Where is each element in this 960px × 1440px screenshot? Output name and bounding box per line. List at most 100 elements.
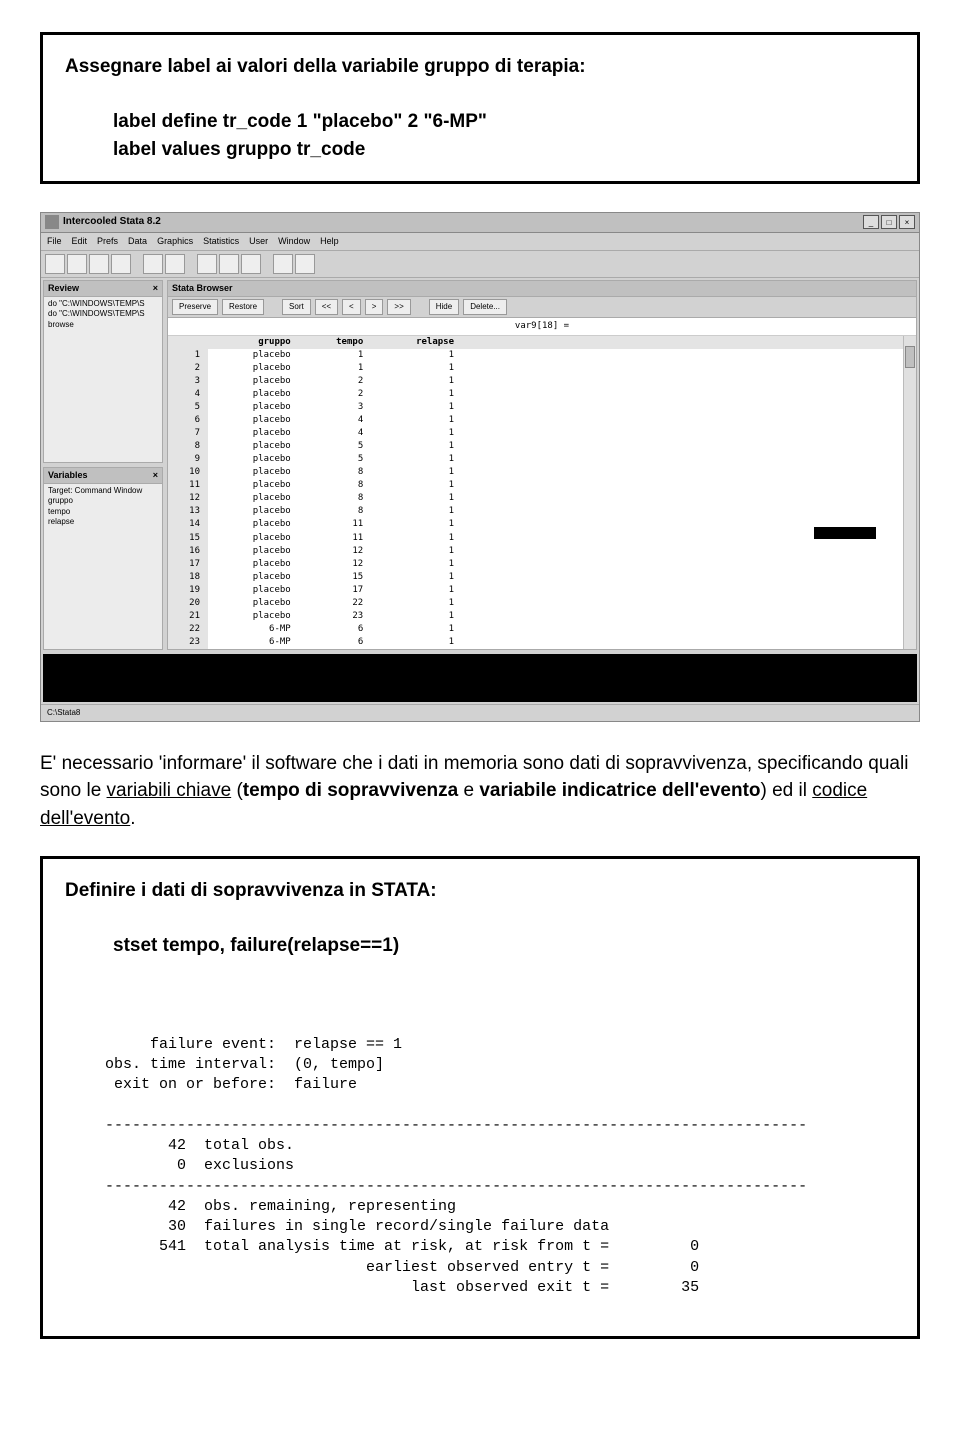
var-field[interactable]: var9[18] = <box>168 318 916 336</box>
tool-btn[interactable] <box>219 254 239 274</box>
table-row[interactable]: 21placebo231 <box>168 610 903 623</box>
panel-close-icon[interactable]: × <box>153 469 158 482</box>
panel-close-icon[interactable]: × <box>153 282 158 295</box>
tool-btn[interactable] <box>295 254 315 274</box>
menubar: File Edit Prefs Data Graphics Statistics… <box>41 233 919 251</box>
para-underline-1: variabili chiave <box>107 780 232 801</box>
tool-btn[interactable] <box>273 254 293 274</box>
variables-panel: Variables × Target: Command Window grupp… <box>43 467 163 650</box>
review-item[interactable]: do "C:\WINDOWS\TEMP\S <box>48 309 158 319</box>
browser-btn-preserve[interactable]: Preserve <box>172 299 218 315</box>
variables-title-text: Variables <box>48 469 88 482</box>
table-row[interactable]: 1placebo11 <box>168 349 903 362</box>
table-row[interactable]: 12placebo81 <box>168 492 903 505</box>
review-item[interactable]: browse <box>48 320 158 330</box>
tool-btn[interactable] <box>143 254 163 274</box>
table-row[interactable]: 6placebo41 <box>168 414 903 427</box>
box-stset: Definire i dati di sopravvivenza in STAT… <box>40 856 920 1339</box>
review-body: do "C:\WINDOWS\TEMP\S do "C:\WINDOWS\TEM… <box>44 297 162 332</box>
stata-browser: Stata Browser Preserve Restore Sort << <… <box>167 280 917 650</box>
table-row[interactable]: 236-MP61 <box>168 636 903 649</box>
paragraph-inform: E' necessario 'informare' il software ch… <box>40 750 920 833</box>
command-window[interactable] <box>43 654 917 702</box>
main-area: Review × do "C:\WINDOWS\TEMP\S do "C:\WI… <box>41 278 919 652</box>
browser-btn-prev[interactable]: < <box>342 299 361 315</box>
cmd-label-values: label values gruppo tr_code <box>113 136 895 164</box>
menu-prefs[interactable]: Prefs <box>97 235 118 248</box>
maximize-button[interactable]: □ <box>881 215 897 229</box>
minimize-button[interactable]: _ <box>863 215 879 229</box>
menu-graphics[interactable]: Graphics <box>157 235 193 248</box>
browser-btn-delete[interactable]: Delete... <box>463 299 507 315</box>
menu-help[interactable]: Help <box>320 235 339 248</box>
table-row[interactable]: 7placebo41 <box>168 427 903 440</box>
tool-btn[interactable] <box>197 254 217 274</box>
review-panel: Review × do "C:\WINDOWS\TEMP\S do "C:\WI… <box>43 280 163 463</box>
left-column: Review × do "C:\WINDOWS\TEMP\S do "C:\WI… <box>41 278 165 652</box>
table-row[interactable]: 9placebo51 <box>168 453 903 466</box>
browser-title: Stata Browser <box>168 281 916 297</box>
menu-statistics[interactable]: Statistics <box>203 235 239 248</box>
menu-file[interactable]: File <box>47 235 62 248</box>
menu-edit[interactable]: Edit <box>72 235 88 248</box>
cmd-stset: stset tempo, failure(relapse==1) <box>113 932 895 960</box>
table-row[interactable]: 18placebo151 <box>168 571 903 584</box>
browser-btn-restore[interactable]: Restore <box>222 299 264 315</box>
variables-item[interactable]: tempo <box>48 507 158 517</box>
cmd-label-define: label define tr_code 1 "placebo" 2 "6-MP… <box>113 108 895 136</box>
table-row[interactable]: 15placebo111 <box>168 532 903 545</box>
table-row[interactable]: 11placebo81 <box>168 479 903 492</box>
review-title: Review × <box>44 281 162 297</box>
col-gruppo: gruppo <box>208 336 299 349</box>
col-relapse: relapse <box>371 336 462 349</box>
browser-toolbar: Preserve Restore Sort << < > >> Hide Del… <box>168 297 916 318</box>
table-row[interactable]: 10placebo81 <box>168 466 903 479</box>
data-table-wrap: gruppo tempo relapse 1placebo112placebo1… <box>168 336 916 649</box>
window-controls: _ □ × <box>863 215 915 229</box>
tool-btn[interactable] <box>241 254 261 274</box>
menu-user[interactable]: User <box>249 235 268 248</box>
table-row[interactable]: 5placebo31 <box>168 401 903 414</box>
table-row[interactable]: 3placebo21 <box>168 375 903 388</box>
tool-btn[interactable] <box>111 254 131 274</box>
variables-body: Target: Command Window gruppo tempo rela… <box>44 484 162 530</box>
browser-btn-next[interactable]: > <box>365 299 384 315</box>
para-bold-2: variabile indicatrice dell'evento <box>479 780 760 801</box>
menu-window[interactable]: Window <box>278 235 310 248</box>
browser-btn-hide[interactable]: Hide <box>429 299 459 315</box>
browser-btn-last[interactable]: >> <box>387 299 410 315</box>
box-label-define: Assegnare label ai valori della variabil… <box>40 32 920 184</box>
review-item[interactable]: do "C:\WINDOWS\TEMP\S <box>48 299 158 309</box>
app-icon <box>45 215 59 229</box>
table-row[interactable]: 4placebo21 <box>168 388 903 401</box>
box1-title: Assegnare label ai valori della variabil… <box>65 53 895 81</box>
menu-data[interactable]: Data <box>128 235 147 248</box>
para-bold-1: tempo di sopravvivenza <box>243 780 458 801</box>
vertical-scrollbar[interactable] <box>903 336 916 649</box>
close-button[interactable]: × <box>899 215 915 229</box>
table-row[interactable]: 8placebo51 <box>168 440 903 453</box>
table-row[interactable]: 2placebo11 <box>168 362 903 375</box>
stset-output: failure event: relapse == 1 obs. time in… <box>105 1035 895 1298</box>
tool-btn[interactable] <box>165 254 185 274</box>
table-row[interactable]: 19placebo171 <box>168 584 903 597</box>
scroll-thumb[interactable] <box>905 346 915 368</box>
tool-btn[interactable] <box>67 254 87 274</box>
app-title: Intercooled Stata 8.2 <box>63 215 161 230</box>
table-row[interactable]: 14placebo111 <box>168 518 903 531</box>
variables-item[interactable]: relapse <box>48 517 158 527</box>
browser-btn-first[interactable]: << <box>315 299 338 315</box>
variables-item[interactable]: gruppo <box>48 496 158 506</box>
table-row[interactable]: 20placebo221 <box>168 597 903 610</box>
toolbar <box>41 251 919 278</box>
table-row[interactable]: 13placebo81 <box>168 505 903 518</box>
tool-btn[interactable] <box>45 254 65 274</box>
table-row[interactable]: 226-MP61 <box>168 623 903 636</box>
variables-header: Target: Command Window <box>48 486 158 496</box>
tool-btn[interactable] <box>89 254 109 274</box>
review-title-text: Review <box>48 282 79 295</box>
table-row[interactable]: 16placebo121 <box>168 545 903 558</box>
browser-btn-sort[interactable]: Sort <box>282 299 311 315</box>
variables-title: Variables × <box>44 468 162 484</box>
table-row[interactable]: 17placebo121 <box>168 558 903 571</box>
